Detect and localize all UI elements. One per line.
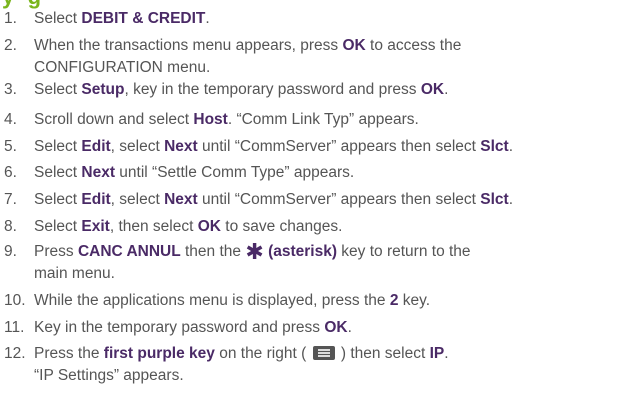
step-text: Select DEBIT & CREDIT. xyxy=(34,10,210,27)
emphasis-text: IP xyxy=(429,345,445,362)
emphasis-text: CANC ANNUL xyxy=(77,243,181,260)
step-number: 1. xyxy=(4,10,17,27)
step-number: 12. xyxy=(4,345,26,362)
emphasis-text: OK xyxy=(197,218,221,235)
step-text: Select Setup, key in the temporary passw… xyxy=(34,81,449,98)
emphasis-text: OK xyxy=(342,37,366,54)
step-number: 6. xyxy=(4,164,17,181)
emphasis-text: Setup xyxy=(81,81,125,98)
emphasis-text: Exit xyxy=(81,218,110,235)
step-text: Select Next until “Settle Comm Type” app… xyxy=(34,164,355,181)
step-number: 8. xyxy=(4,218,17,235)
step-text: Scroll down and select Host. “Comm Link … xyxy=(34,111,419,128)
step-text-continuation: “IP Settings” appears. xyxy=(34,367,184,384)
menu-key-icon xyxy=(312,346,335,360)
step-text-continuation: CONFIGURATION menu. xyxy=(34,59,211,76)
step-number: 10. xyxy=(4,292,26,309)
emphasis-text: OK xyxy=(420,81,445,98)
emphasis-text: first purple key xyxy=(103,345,215,362)
emphasis-text: Next xyxy=(164,191,198,208)
step-text: Select Edit, select Next until “CommServ… xyxy=(34,138,514,155)
step-number: 9. xyxy=(4,243,17,260)
emphasis-text: DEBIT & CREDIT xyxy=(81,10,206,27)
step-text: Select Edit, select Next until “CommServ… xyxy=(34,191,514,208)
emphasis-text: Host xyxy=(193,111,228,128)
emphasis-text: OK xyxy=(324,319,348,336)
emphasis-text: Edit xyxy=(81,191,111,208)
emphasis-text: Next xyxy=(164,138,198,155)
step-text: Select Exit, then select OK to save chan… xyxy=(34,218,343,235)
step-text: Press the first purple key on the right … xyxy=(34,345,449,362)
step-text: Press CANC ANNUL then the ✱ (asterisk) k… xyxy=(34,239,471,264)
step-number: 3. xyxy=(4,81,17,98)
emphasis-text: Slct xyxy=(480,138,509,155)
emphasis-text: (asterisk) xyxy=(263,243,337,260)
step-text: While the applications menu is displayed… xyxy=(34,292,431,309)
emphasis-text: Slct xyxy=(480,191,509,208)
step-number: 11. xyxy=(4,319,25,336)
step-number: 7. xyxy=(4,191,17,208)
emphasis-text: Edit xyxy=(81,138,111,155)
step-number: 4. xyxy=(4,111,17,128)
step-number: 2. xyxy=(4,37,17,54)
emphasis-text: Next xyxy=(81,164,115,181)
step-text: Key in the temporary password and press … xyxy=(34,319,352,336)
asterisk-key-icon: ✱ xyxy=(245,239,264,264)
emphasis-text: 2 xyxy=(389,292,399,309)
step-text: When the transactions menu appears, pres… xyxy=(34,37,462,54)
section-heading-fragment: y- g xyxy=(2,0,41,8)
step-text-continuation: main menu. xyxy=(34,265,115,282)
step-number: 5. xyxy=(4,138,17,155)
